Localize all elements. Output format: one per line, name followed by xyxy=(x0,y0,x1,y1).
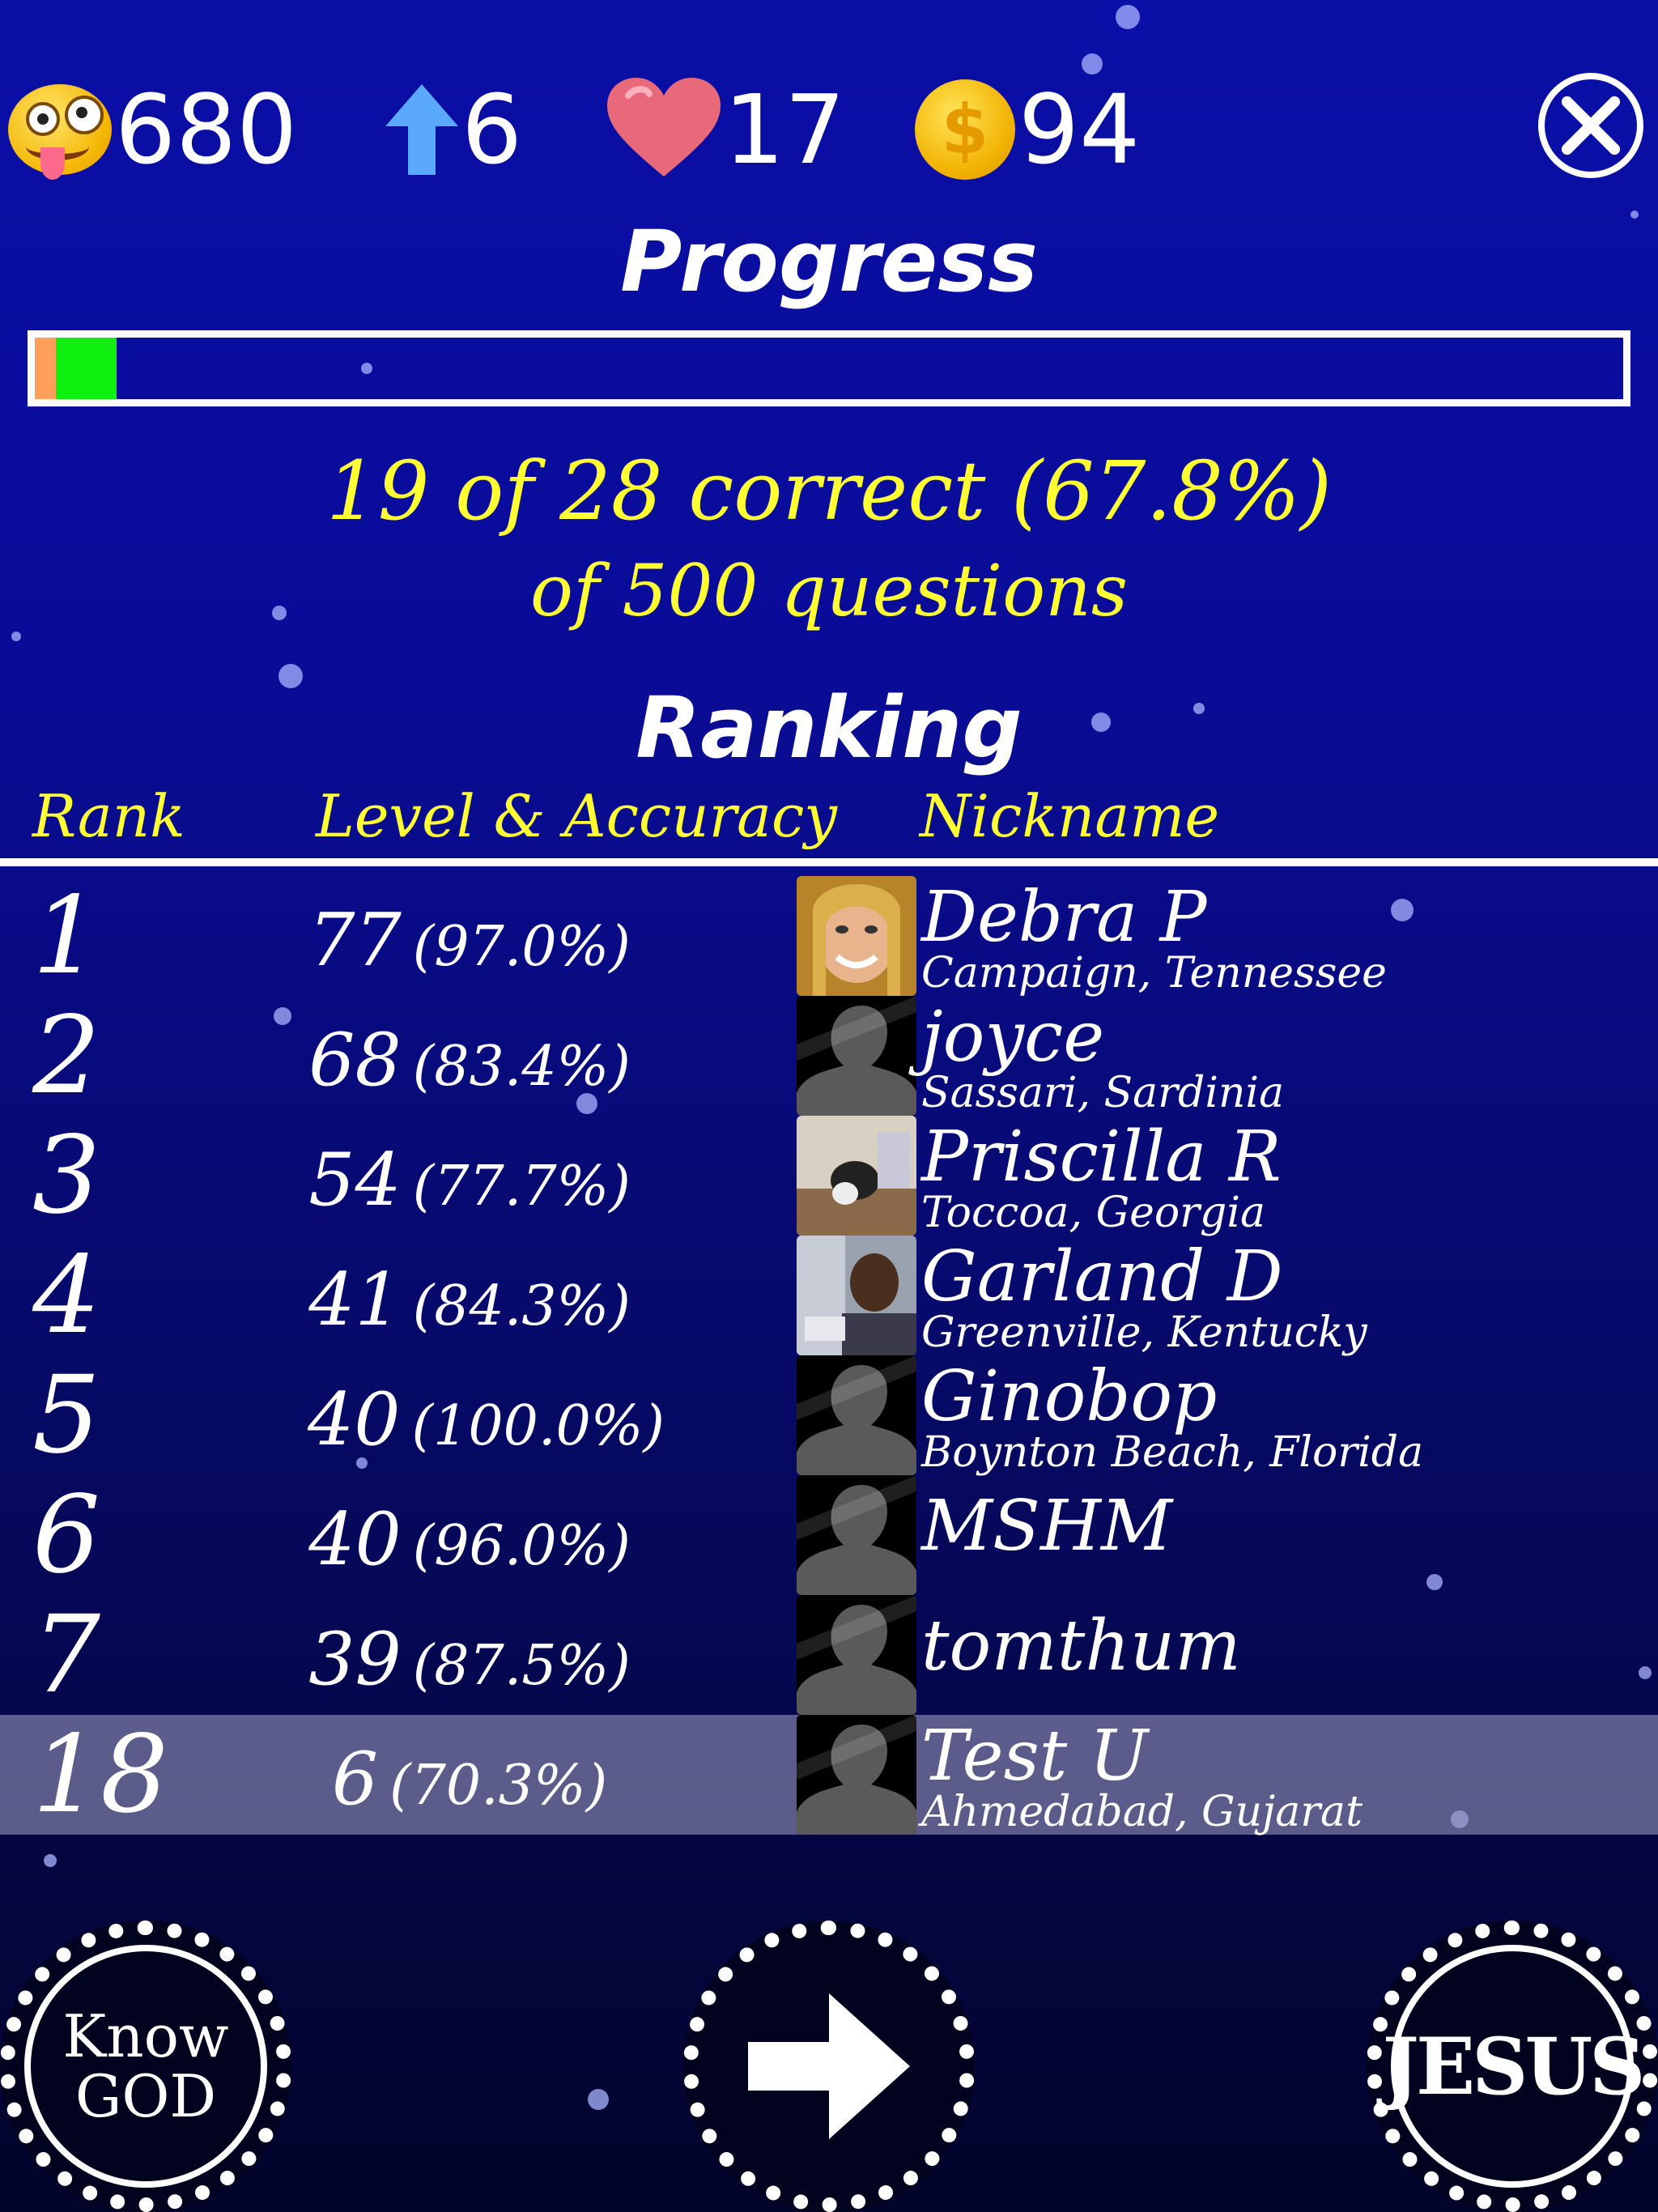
score-stat: 680 xyxy=(8,73,297,186)
avatar xyxy=(797,876,916,996)
nickname: Test U xyxy=(921,1716,1149,1797)
location: Sassari, Sardinia xyxy=(921,1069,1285,1117)
avatar xyxy=(797,1116,916,1236)
nickname: tomthum xyxy=(921,1606,1241,1687)
level-accuracy: 68 (83.4%) xyxy=(308,996,631,1116)
coins-stat: $ 94 xyxy=(915,73,1140,186)
level-accuracy: 40 (100.0%) xyxy=(308,1355,665,1475)
ranking-row: 7 39 (87.5%) tomthum xyxy=(0,1595,1658,1715)
jesus-label: JESUS xyxy=(1382,2020,1646,2112)
accuracy-value: (83.4%) xyxy=(412,1035,631,1099)
lives-stat: 17 xyxy=(607,73,845,186)
accuracy-value: (97.0%) xyxy=(412,915,631,979)
location: Greenville, Kentucky xyxy=(921,1308,1367,1357)
accuracy-value: (96.0%) xyxy=(412,1514,631,1578)
ranking-title: Ranking xyxy=(636,678,1022,777)
avatar xyxy=(797,996,916,1116)
location: Campaign, Tennessee xyxy=(921,949,1387,998)
close-button[interactable] xyxy=(1538,73,1643,178)
level-accuracy: 40 (96.0%) xyxy=(308,1475,631,1595)
accuracy-value: (87.5%) xyxy=(412,1634,631,1698)
level-value: 6 xyxy=(461,74,523,185)
nickname: joyce xyxy=(921,997,1105,1078)
progress-title: Progress xyxy=(620,212,1038,311)
progress-wrong-segment xyxy=(35,338,56,399)
level-accuracy: 6 (70.3%) xyxy=(308,1715,631,1835)
level-value: 40 xyxy=(308,1377,401,1462)
column-header-rank: Rank xyxy=(32,782,185,850)
level-accuracy: 77 (97.0%) xyxy=(308,876,631,996)
avatar xyxy=(797,1475,916,1595)
next-button[interactable] xyxy=(683,1921,975,2212)
rank-number: 4 xyxy=(32,1233,100,1358)
nickname: Priscilla R xyxy=(921,1117,1282,1197)
hud-bar: 680 6 17 $ 94 xyxy=(8,73,1643,186)
rank-number: 3 xyxy=(32,1113,100,1238)
column-header-level: Level & Accuracy xyxy=(316,782,837,850)
column-header-nickname: Nickname xyxy=(920,782,1220,850)
rank-number: 5 xyxy=(32,1353,100,1478)
crazy-face-icon xyxy=(8,84,112,180)
arrow-up-icon xyxy=(385,84,458,175)
close-icon xyxy=(1561,96,1621,155)
rank-number: 2 xyxy=(32,993,100,1118)
level-value: 39 xyxy=(308,1617,402,1702)
ranking-row: 1 77 (97.0%) Debra P Campaign, Tennessee xyxy=(0,876,1658,996)
dollar-coin-icon: $ xyxy=(915,79,1015,180)
ranking-row: 2 68 (83.4%) joyce Sassari, Sardinia xyxy=(0,996,1658,1116)
header-divider xyxy=(0,858,1658,866)
correct-summary: 19 of 28 correct (67.8%) xyxy=(326,444,1332,538)
level-value: 41 xyxy=(308,1257,402,1342)
level-value: 40 xyxy=(308,1497,402,1582)
nickname: Debra P xyxy=(921,877,1207,958)
ranking-row: 4 41 (84.3%) Garland D Greenville, Kentucky xyxy=(0,1236,1658,1355)
ranking-row: 3 54 (77.7%) Priscilla R Toccoa, Georgia xyxy=(0,1116,1658,1236)
accuracy-value: (100.0%) xyxy=(411,1394,665,1458)
progress-correct-segment xyxy=(56,338,117,399)
score-value: 680 xyxy=(115,74,298,185)
ranking-row: 6 40 (96.0%) MSHM xyxy=(0,1475,1658,1595)
know-god-button[interactable]: Know GOD xyxy=(0,1921,291,2212)
level-value: 6 xyxy=(331,1737,379,1822)
rank-number: 7 xyxy=(32,1593,100,1717)
rank-number: 1 xyxy=(32,874,100,998)
rank-number: 6 xyxy=(32,1473,100,1597)
nickname: Garland D xyxy=(921,1236,1283,1317)
know-god-line1: Know xyxy=(62,2002,229,2070)
level-value: 54 xyxy=(308,1138,402,1223)
ranking-row: 5 40 (100.0%) Ginobop Boynton Beach, Florida xyxy=(0,1355,1658,1475)
heart-icon xyxy=(607,77,721,182)
lives-value: 17 xyxy=(724,74,846,185)
rank-number: 18 xyxy=(32,1712,168,1837)
arrow-right-icon xyxy=(748,1993,910,2139)
level-accuracy: 41 (84.3%) xyxy=(308,1236,631,1355)
avatar xyxy=(797,1355,916,1475)
accuracy-value: (70.3%) xyxy=(389,1754,608,1818)
coins-value: 94 xyxy=(1018,74,1141,185)
ranking-row-current-user: 18 6 (70.3%) Test U Ahmedabad, Gujarat xyxy=(0,1715,1658,1835)
progress-bar xyxy=(28,330,1630,406)
jesus-button[interactable]: JESUS xyxy=(1367,1921,1658,2212)
questions-total: of 500 questions xyxy=(529,549,1129,632)
level-value: 68 xyxy=(308,1018,402,1103)
avatar xyxy=(797,1595,916,1715)
location: Toccoa, Georgia xyxy=(921,1189,1265,1237)
accuracy-value: (77.7%) xyxy=(412,1155,631,1219)
location: Ahmedabad, Gujarat xyxy=(921,1788,1363,1836)
avatar xyxy=(797,1236,916,1355)
level-accuracy: 39 (87.5%) xyxy=(308,1595,631,1715)
nickname: Ginobop xyxy=(921,1356,1218,1437)
accuracy-value: (84.3%) xyxy=(412,1274,631,1338)
location: Boynton Beach, Florida xyxy=(921,1428,1424,1477)
level-stat: 6 xyxy=(385,73,522,186)
level-accuracy: 54 (77.7%) xyxy=(308,1116,631,1236)
level-value: 77 xyxy=(308,898,402,983)
nickname: MSHM xyxy=(921,1486,1173,1567)
avatar xyxy=(797,1715,916,1835)
know-god-line2: GOD xyxy=(74,2062,217,2130)
